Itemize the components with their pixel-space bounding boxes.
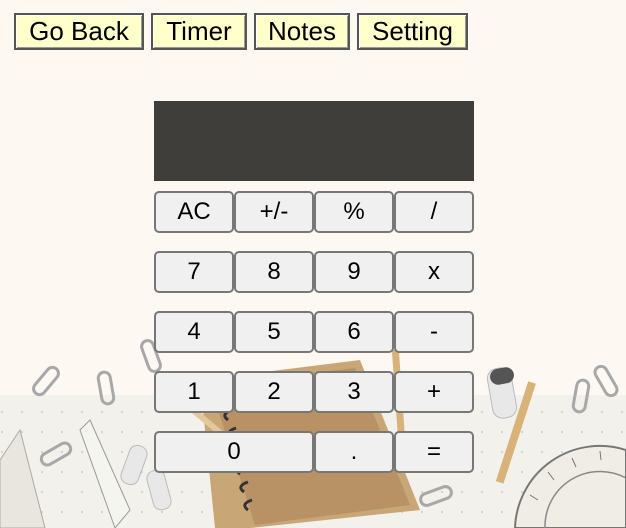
toggle-sign-button[interactable]: +/- <box>234 191 314 233</box>
go-back-button[interactable]: Go Back <box>14 13 144 50</box>
digit-3-button[interactable]: 3 <box>314 371 394 413</box>
digit-0-button[interactable]: 0 <box>154 431 314 473</box>
digit-6-button[interactable]: 6 <box>314 311 394 353</box>
add-button[interactable]: + <box>394 371 474 413</box>
divide-button[interactable]: / <box>394 191 474 233</box>
decimal-button[interactable]: . <box>314 431 394 473</box>
digit-2-button[interactable]: 2 <box>234 371 314 413</box>
digit-4-button[interactable]: 4 <box>154 311 234 353</box>
digit-5-button[interactable]: 5 <box>234 311 314 353</box>
digit-1-button[interactable]: 1 <box>154 371 234 413</box>
notes-button[interactable]: Notes <box>254 13 350 50</box>
percent-button[interactable]: % <box>314 191 394 233</box>
digit-9-button[interactable]: 9 <box>314 251 394 293</box>
calculator-display <box>154 101 474 181</box>
equals-button[interactable]: = <box>394 431 474 473</box>
digit-8-button[interactable]: 8 <box>234 251 314 293</box>
clear-button[interactable]: AC <box>154 191 234 233</box>
digit-7-button[interactable]: 7 <box>154 251 234 293</box>
multiply-button[interactable]: x <box>394 251 474 293</box>
setting-button[interactable]: Setting <box>357 13 468 50</box>
timer-button[interactable]: Timer <box>151 13 247 50</box>
subtract-button[interactable]: - <box>394 311 474 353</box>
